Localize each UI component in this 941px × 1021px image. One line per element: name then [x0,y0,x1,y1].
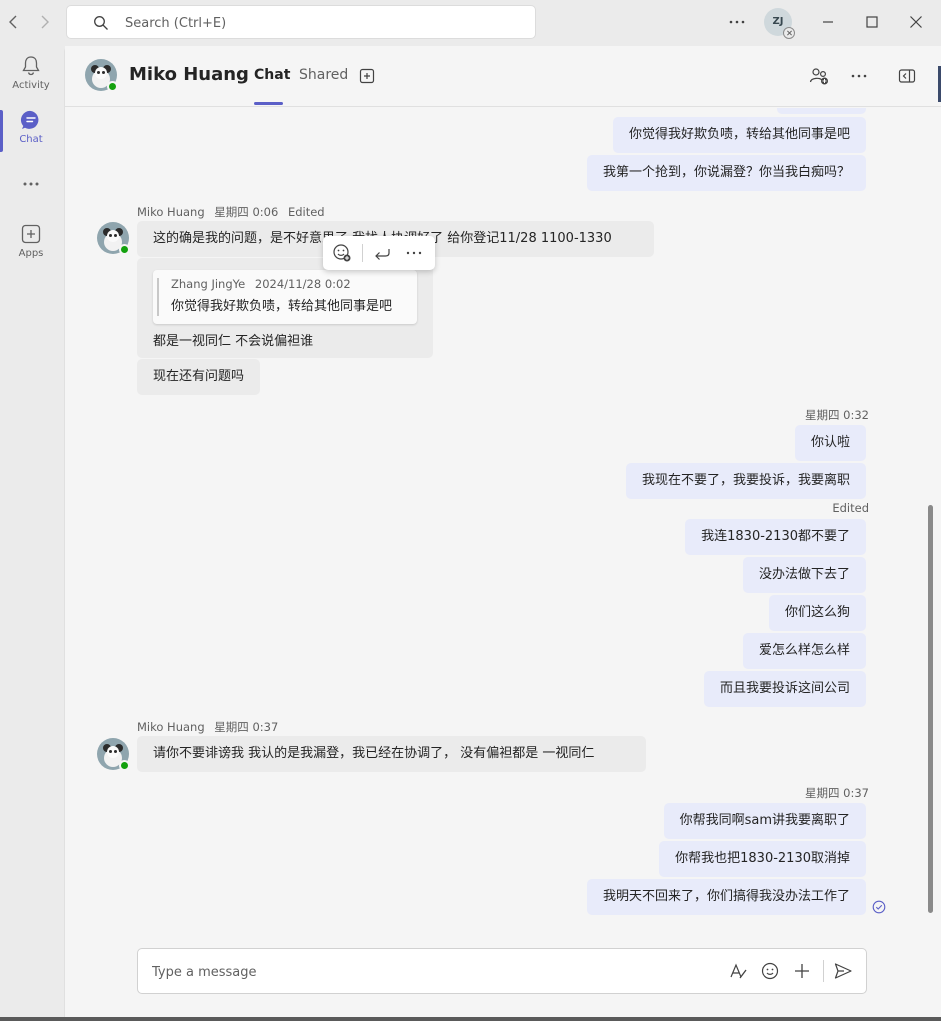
message-outgoing[interactable]: 你觉得我好欺负啧，转给其他同事是吧 [612,117,866,153]
sender-name: Miko Huang [137,720,205,734]
compose-box[interactable] [137,948,867,994]
open-side-panel-icon[interactable] [896,65,918,87]
contact-avatar[interactable] [85,59,118,92]
rail-more-apps[interactable] [0,172,62,198]
search-box[interactable] [66,5,536,39]
quote-text: 你觉得我好欺负啧，转给其他同事是吧 [171,299,393,314]
message-outgoing[interactable]: 你帮我同啊sam讲我要离职了 [663,803,866,839]
chat-pane: Miko Huang Chat Shared 你觉得我好欺负啧，转给其他同事是吧… [64,46,941,1018]
rail-item-chat[interactable]: Chat [0,108,62,162]
tab-shared[interactable]: Shared [299,67,348,83]
message-more-icon[interactable] [403,242,425,264]
message-outgoing[interactable]: 我现在不要了，我要投诉，我要离职 [625,463,866,499]
format-icon[interactable] [727,960,749,982]
search-input[interactable] [125,12,515,34]
message-list: 你觉得我好欺负啧，转给其他同事是吧 我第一个抢到，你说漏登？你当我白痴吗？ Mi… [65,108,941,938]
message-hover-toolbar [323,236,435,270]
ellipsis-icon [19,172,43,196]
message-time: 星期四 0:37 [805,786,869,800]
sender-name: Miko Huang [137,205,205,219]
reply-arrow-icon[interactable] [371,242,393,264]
rail-label-apps: Apps [18,248,44,259]
sender-avatar[interactable] [97,222,130,255]
rail-label-chat: Chat [19,134,43,145]
quote-meta: Zhang JingYe 2024/11/28 0:02 [171,277,357,291]
quote-bar [157,278,159,316]
sent-check-icon [872,900,886,914]
presence-available-icon [107,81,118,92]
message-meta: Miko Huang 星期四 0:06 Edited [137,204,331,220]
active-indicator [0,110,3,152]
chat-header: Miko Huang Chat Shared [65,46,941,107]
message-outgoing[interactable]: 你认啦 [794,425,866,461]
message-outgoing[interactable]: 没办法做下去了 [742,557,866,593]
rail-item-activity[interactable]: Activity [0,54,62,108]
more-options-icon[interactable] [726,11,748,33]
send-icon[interactable] [832,960,854,982]
compose-separator [823,960,824,982]
message-outgoing[interactable]: 爱怎么样怎么样 [742,633,866,669]
emoji-icon[interactable] [759,960,781,982]
chat-title: Miko Huang [129,64,249,85]
rail-label-activity: Activity [12,80,50,91]
window-bottom-edge [0,1017,941,1021]
message-outgoing-partial[interactable] [777,108,866,114]
message-outgoing[interactable]: 我第一个抢到，你说漏登？你当我白痴吗？ [586,155,866,191]
message-input[interactable] [152,961,692,983]
message-incoming-with-quote[interactable]: Zhang JingYe 2024/11/28 0:02 你觉得我好欺负啧，转给… [137,258,433,358]
reply-text: 都是一视同仁 不会说偏袒谁 [153,334,314,349]
message-outgoing[interactable]: 而且我要投诉这间公司 [703,671,866,707]
presence-available-icon [119,760,130,771]
status-offline-icon [783,27,795,39]
title-bar: ZJ [0,0,941,46]
add-tab-icon[interactable] [356,65,378,87]
message-outgoing[interactable]: 你帮我也把1830-2130取消掉 [659,841,866,877]
message-incoming[interactable]: 请你不要诽谤我 我认的是我漏登，我已经在协调了， 没有偏袒都是 一视同仁 [137,736,646,772]
message-meta: Miko Huang 星期四 0:37 [137,719,284,735]
quoted-message[interactable]: Zhang JingYe 2024/11/28 0:02 你觉得我好欺负啧，转给… [153,270,417,324]
message-incoming[interactable]: 现在还有问题吗 [137,359,261,395]
add-reaction-icon[interactable] [331,242,353,264]
quote-author: Zhang JingYe [171,277,246,291]
quote-time: 2024/11/28 0:02 [254,277,351,291]
presence-available-icon [119,244,130,255]
tab-chat[interactable]: Chat [254,67,290,83]
profile-initials: ZJ [772,16,784,27]
maximize-icon[interactable] [861,11,883,33]
forward-arrow-icon[interactable] [34,12,54,32]
attach-plus-icon[interactable] [791,960,813,982]
search-icon [93,15,109,31]
message-time: 星期四 0:06 [214,205,279,219]
close-icon[interactable] [905,11,927,33]
message-time: 星期四 0:32 [805,408,869,422]
edited-label: Edited [832,501,869,515]
back-arrow-icon[interactable] [4,12,24,32]
message-outgoing[interactable]: 你们这么狗 [768,595,866,631]
add-app-icon [19,222,43,246]
edited-label: Edited [287,205,325,219]
chat-icon [19,108,43,132]
rail-item-apps[interactable]: Apps [0,222,62,276]
message-outgoing[interactable]: 我明天不回来了，你们搞得我没办法工作了 [586,879,866,915]
chat-more-icon[interactable] [848,65,870,87]
active-tab-indicator [254,102,283,105]
bell-icon [19,54,43,78]
toolbar-separator [362,244,363,262]
message-outgoing[interactable]: 我连1830-2130都不要了 [685,519,866,555]
add-people-icon[interactable] [808,65,830,87]
app-rail: Activity Chat Apps [0,46,64,1021]
profile-avatar[interactable]: ZJ [764,8,795,39]
sender-avatar[interactable] [97,738,130,771]
scrollbar-thumb[interactable] [928,505,933,913]
message-time: 星期四 0:37 [214,720,279,734]
minimize-icon[interactable] [817,11,839,33]
